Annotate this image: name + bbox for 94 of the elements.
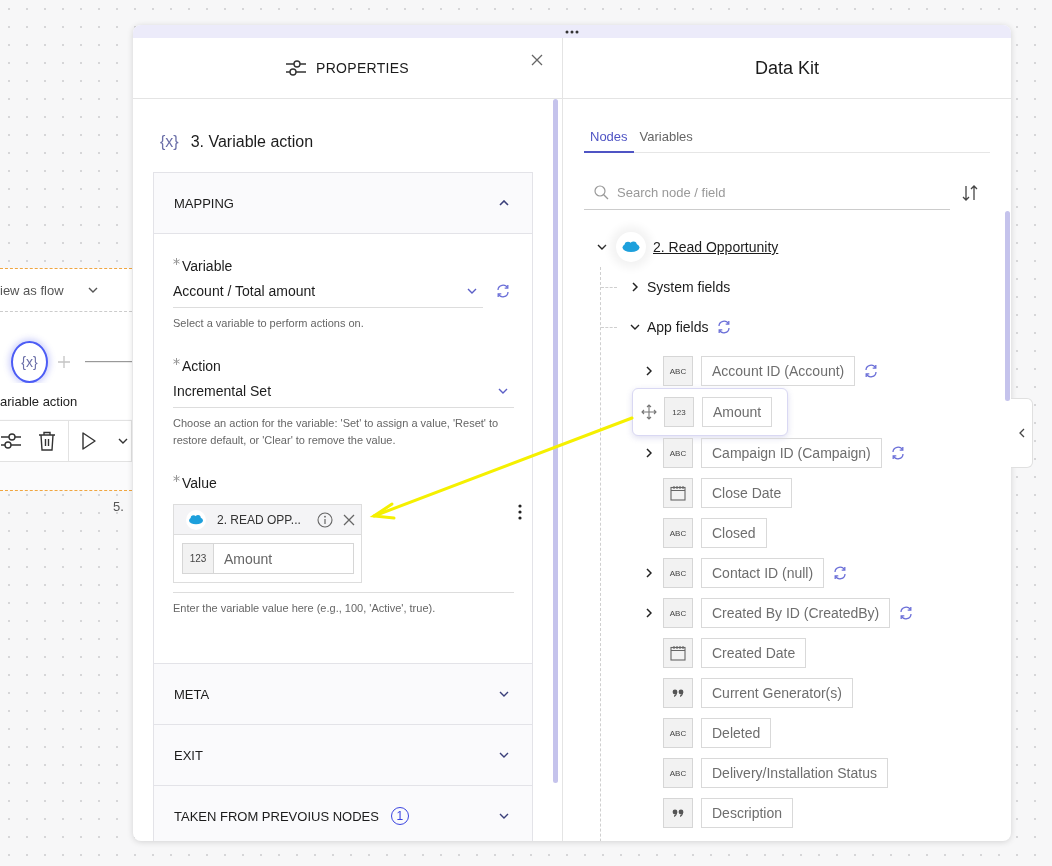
- more-icon: [565, 29, 579, 34]
- field-chip[interactable]: Close Date: [701, 478, 793, 508]
- field-chip[interactable]: Current Generator(s): [701, 678, 853, 708]
- tab[interactable]: Variables: [633, 125, 699, 153]
- tree-group-label[interactable]: App fields: [647, 319, 709, 335]
- info-icon[interactable]: [317, 511, 333, 528]
- hint-text: Enter the variable value here (e.g., 100, 'Active', true).: [173, 601, 437, 616]
- section-header[interactable]: MAPPING: [154, 173, 532, 234]
- plus-icon: [58, 356, 70, 368]
- type-badge: ABC: [663, 758, 693, 788]
- chevron-up-icon: [499, 200, 509, 206]
- field-chip[interactable]: Created By ID (CreatedBy): [701, 598, 891, 628]
- field-chip[interactable]: Amount: [702, 397, 773, 427]
- select-field[interactable]: Incremental Set: [173, 374, 514, 408]
- type-badge: 123: [664, 397, 694, 427]
- chevron-right-icon[interactable]: [645, 448, 652, 458]
- panel-title: PROPERTIES: [316, 60, 409, 76]
- close-icon[interactable]: [343, 513, 355, 526]
- sort-icon[interactable]: [962, 184, 978, 201]
- play-icon[interactable]: [82, 432, 96, 450]
- panel-title: Data Kit: [563, 38, 1011, 99]
- connector-line: [85, 361, 132, 363]
- field-chip[interactable]: Contact ID (null): [701, 558, 825, 588]
- section-header[interactable]: TAKEN FROM PREVOIUS NODES 1: [154, 786, 532, 841]
- step-number: 5.: [113, 499, 124, 514]
- chevron-left-icon: [1018, 428, 1025, 438]
- chevron-down-icon: [499, 813, 509, 819]
- section-header[interactable]: META: [154, 664, 532, 725]
- view-menu[interactable]: iew as flow: [0, 269, 132, 312]
- step-title: 3. Variable action: [190, 133, 314, 151]
- type-badge: 123: [182, 543, 214, 574]
- variable-node[interactable]: {x}: [11, 341, 48, 383]
- field-chip[interactable]: Deleted: [701, 718, 772, 748]
- search-icon: [594, 184, 609, 200]
- node-link[interactable]: 2. Read Opportunity: [653, 239, 779, 255]
- sliders-icon: [286, 58, 306, 78]
- field-chip[interactable]: Delivery/Installation Status: [701, 758, 888, 788]
- field-chip[interactable]: Account ID (Account): [701, 356, 856, 386]
- chevron-right-icon[interactable]: [645, 568, 652, 578]
- type-badge: ABC: [663, 356, 693, 386]
- sync-icon[interactable]: [495, 283, 511, 299]
- move-icon: [641, 404, 657, 420]
- sync-icon[interactable]: [898, 605, 915, 621]
- calendar-icon: [670, 645, 686, 661]
- kebab-icon[interactable]: [518, 504, 522, 520]
- chevron-down-icon: [499, 691, 509, 697]
- window-handle[interactable]: [133, 25, 1011, 38]
- sync-icon[interactable]: [863, 363, 880, 379]
- chevron-down-icon: [118, 438, 128, 444]
- tree-group-label[interactable]: System fields: [647, 279, 731, 295]
- sync-icon[interactable]: [832, 565, 849, 581]
- chevron-down-icon: [88, 287, 98, 293]
- type-badge: ABC: [663, 558, 693, 588]
- field-label: Value: [182, 475, 217, 491]
- tab[interactable]: Nodes: [584, 125, 634, 153]
- field-label: Variable: [182, 258, 233, 274]
- field-chip[interactable]: Campaign ID (Campaign): [701, 438, 882, 468]
- field-chip[interactable]: Created Date: [701, 638, 807, 668]
- select-field[interactable]: Account / Total amount: [173, 274, 483, 308]
- type-badge: ABC: [663, 518, 693, 548]
- node-label: ariable action: [0, 383, 132, 419]
- chevron-down-icon[interactable]: [597, 244, 607, 250]
- quote-icon: [672, 809, 684, 817]
- cloud-logo-icon: [186, 509, 206, 530]
- field-chip[interactable]: Closed: [701, 518, 767, 548]
- close-icon[interactable]: [531, 54, 543, 66]
- search-field[interactable]: Search node / field: [615, 183, 950, 201]
- field-label: Action: [182, 358, 221, 374]
- hint-text: Select a variable to perform actions on.: [173, 316, 365, 331]
- chevron-down-icon: [467, 287, 477, 294]
- chevron-right-icon[interactable]: [645, 366, 652, 376]
- trash-icon[interactable]: [38, 431, 56, 451]
- chevron-right-icon[interactable]: [632, 282, 638, 292]
- quote-icon: [672, 689, 684, 697]
- type-badge: ABC: [663, 438, 693, 468]
- type-badge: ABC: [663, 598, 693, 628]
- sync-icon[interactable]: [889, 445, 906, 461]
- calendar-icon: [670, 485, 686, 501]
- hint-text: Choose an action for the variable: 'Set' to assign a value, 'Reset' to restore default, or 'Clear' to remove the value.: [173, 416, 500, 448]
- field-chip: Amount: [214, 543, 354, 574]
- variable-icon: {x}: [160, 133, 179, 151]
- scrollbar-thumb[interactable]: [553, 99, 558, 783]
- chevron-down-icon: [499, 752, 509, 758]
- type-badge: ABC: [663, 718, 693, 748]
- field-chip[interactable]: Description: [701, 798, 794, 828]
- section-header[interactable]: EXIT: [154, 725, 532, 786]
- source-node-name: 2. READ OPP...: [217, 512, 302, 527]
- cloud-logo-icon: [616, 232, 646, 262]
- sync-icon[interactable]: [716, 319, 733, 335]
- sliders-icon[interactable]: [1, 431, 21, 451]
- chevron-right-icon[interactable]: [645, 608, 652, 618]
- scrollbar-thumb[interactable]: [1005, 211, 1010, 401]
- chevron-down-icon: [498, 387, 508, 394]
- chevron-down-icon[interactable]: [630, 324, 640, 330]
